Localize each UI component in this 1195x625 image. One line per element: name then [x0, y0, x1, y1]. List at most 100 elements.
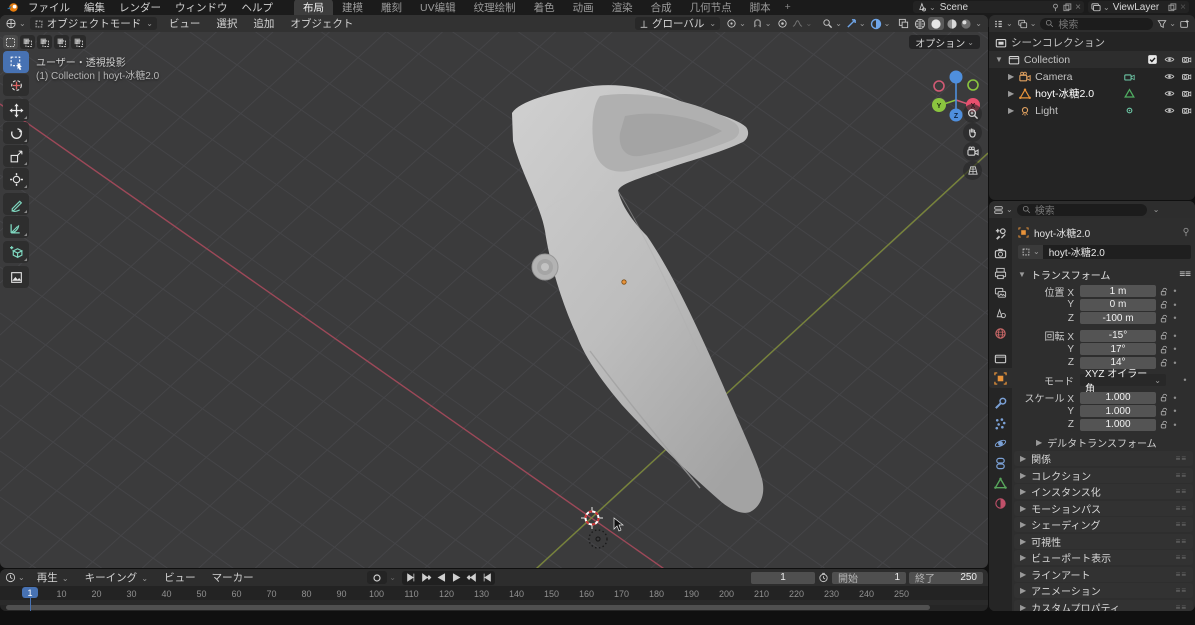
properties-tab-output[interactable] — [989, 263, 1012, 283]
tool-annotate[interactable] — [3, 193, 29, 215]
viewport-menu-オブジェクト[interactable]: オブジェクト — [282, 16, 361, 31]
object-name[interactable]: hoyt-冰糖2.0 — [1035, 86, 1124, 101]
timeline-menu-マーカー[interactable]: マーカー — [204, 570, 262, 585]
lock-icon[interactable] — [1156, 314, 1170, 323]
menu-編集[interactable]: 編集 — [77, 0, 112, 15]
panel-可視性[interactable]: ▶ 可視性 ≡≡ — [1014, 533, 1193, 549]
select-tool-variant[interactable] — [20, 35, 35, 49]
frame-start-field[interactable]: 開始 1 — [832, 571, 906, 585]
panel-ビューポート表示[interactable]: ▶ ビューポート表示 ≡≡ — [1014, 550, 1193, 565]
workspace-tab[interactable]: 渲染 — [603, 0, 642, 16]
panel-ラインアート[interactable]: ▶ ラインアート ≡≡ — [1014, 566, 1193, 582]
lock-icon[interactable] — [1156, 407, 1170, 416]
animate-dot[interactable]: • — [1170, 286, 1180, 296]
properties-tab-constraints[interactable] — [989, 453, 1012, 473]
object-name[interactable]: Camera — [1035, 71, 1124, 83]
cam-icon[interactable] — [1181, 88, 1192, 99]
eye-icon[interactable] — [1164, 71, 1175, 82]
properties-tab-render[interactable] — [989, 243, 1012, 263]
outliner-row[interactable]: ▶ hoyt-冰糖2.0 — [989, 85, 1195, 102]
select-tool-variant[interactable] — [54, 35, 69, 49]
xray-toggle[interactable] — [898, 18, 909, 29]
value-field[interactable]: -15° — [1080, 329, 1156, 342]
workspace-tab[interactable]: 几何节点 — [681, 0, 741, 16]
lock-icon[interactable] — [1156, 287, 1170, 296]
snap-magnet-button[interactable] — [752, 18, 763, 29]
cam-icon[interactable] — [1181, 71, 1192, 82]
animate-dot[interactable]: • — [1170, 393, 1180, 403]
eye-icon[interactable] — [1164, 88, 1175, 99]
object-visibility-button[interactable]: ⌄ — [822, 18, 842, 29]
value-field[interactable]: 17° — [1080, 343, 1156, 356]
animate-dot[interactable]: • — [1170, 420, 1180, 430]
properties-tab-object[interactable] — [989, 368, 1012, 388]
workspace-tab[interactable]: 合成 — [642, 0, 681, 16]
collection-label[interactable]: Collection — [1024, 54, 1144, 66]
panel-モーションパス[interactable]: ▶ モーションパス ≡≡ — [1014, 500, 1193, 516]
viewport-menu-追加[interactable]: 追加 — [245, 16, 282, 31]
timeline-ruler[interactable]: 10 20 30 40 50 60 70 80 90 100 110 120 130 140 150 160 1… — [0, 586, 988, 600]
object-id-icon[interactable]: ⌄ — [1018, 244, 1043, 259]
scene-name[interactable]: Scene — [936, 2, 1051, 13]
transform-orientation[interactable]: グローバル ⌄ — [634, 17, 721, 30]
outliner-row[interactable]: ▼ Collection — [989, 51, 1195, 68]
lock-icon[interactable] — [1156, 358, 1170, 367]
menu-ウィンドウ[interactable]: ウィンドウ — [168, 0, 235, 15]
options-button[interactable]: オプション ⌄ — [909, 35, 980, 50]
value-field[interactable]: 1.000 — [1080, 418, 1156, 431]
animate-dot[interactable]: • — [1180, 375, 1190, 385]
animate-dot[interactable]: • — [1170, 406, 1180, 416]
tool-add-cube[interactable] — [3, 241, 29, 263]
eye-icon[interactable] — [1164, 54, 1175, 65]
mode-selector[interactable]: オブジェクトモード ⌄ — [29, 17, 157, 30]
outliner-row[interactable]: ▶ Light — [989, 102, 1195, 119]
value-field[interactable]: -100 m — [1080, 312, 1156, 325]
panel-コレクション[interactable]: ▶ コレクション ≡≡ — [1014, 467, 1193, 483]
camera-view-button[interactable] — [963, 142, 982, 161]
properties-tab-material[interactable] — [989, 493, 1012, 513]
falloff-button[interactable]: ⌄ — [792, 18, 812, 29]
lock-icon[interactable] — [1156, 393, 1170, 402]
shading-wireframe-button[interactable] — [914, 18, 926, 30]
eye-icon[interactable] — [1164, 105, 1175, 116]
shading-material-button[interactable] — [946, 18, 958, 30]
transform-panel-header[interactable]: ▼ トランスフォーム ≡≡ — [1018, 267, 1191, 282]
tool-rotate[interactable] — [3, 122, 29, 144]
outliner-row[interactable]: シーンコレクション — [989, 34, 1195, 51]
workspace-tab[interactable]: UV编辑 — [411, 0, 465, 16]
panel-アニメーション[interactable]: ▶ アニメーション ≡≡ — [1014, 583, 1193, 598]
timeline-menu-再生[interactable]: 再生 ⌄ — [29, 570, 77, 585]
tool-scale[interactable] — [3, 145, 29, 167]
current-frame-field[interactable]: 1 — [751, 571, 815, 584]
playhead[interactable]: 1 — [22, 587, 38, 598]
viewport-canvas[interactable] — [0, 15, 988, 568]
workspace-tab[interactable]: 纹理绘制 — [465, 0, 525, 16]
show-gizmo-toggle[interactable]: ⌄ — [846, 18, 866, 29]
object-origin-dot[interactable] — [621, 279, 627, 285]
timeline-scrollbar[interactable] — [6, 605, 930, 610]
value-field[interactable]: 1 m — [1080, 285, 1156, 298]
pin-icon[interactable] — [1181, 227, 1191, 237]
outliner-row[interactable]: ▶ Camera — [989, 68, 1195, 85]
properties-tab-world[interactable] — [989, 323, 1012, 343]
light-object-glyph[interactable] — [588, 529, 608, 549]
next-key-button[interactable] — [464, 572, 478, 584]
pivot-point-button[interactable]: ⌄ — [726, 18, 746, 29]
viewport-menu-選択[interactable]: 選択 — [208, 16, 245, 31]
editor-type-button[interactable]: ⌄ — [5, 572, 25, 583]
lock-icon[interactable] — [1156, 345, 1170, 354]
properties-tab-physics[interactable] — [989, 433, 1012, 453]
scene-selector[interactable]: ⌄ Scene × — [913, 1, 1084, 13]
breadcrumb-object[interactable]: hoyt-冰糖2.0 — [1034, 225, 1090, 240]
properties-tab-particles[interactable] — [989, 413, 1012, 433]
workspace-tab[interactable]: 建模 — [333, 0, 372, 16]
frame-end-field[interactable]: 終了 250 — [909, 571, 983, 585]
tool-cursor[interactable] — [3, 74, 29, 96]
add-workspace-button[interactable]: + — [780, 0, 796, 14]
animate-dot[interactable]: • — [1170, 344, 1180, 354]
shading-rendered-button[interactable] — [960, 18, 972, 30]
view-layer-selector[interactable]: ⌄ ViewLayer × — [1088, 1, 1189, 13]
select-tool-variant[interactable] — [3, 35, 18, 49]
shading-solid-button[interactable] — [928, 17, 945, 30]
select-tool-variant[interactable] — [37, 35, 52, 49]
